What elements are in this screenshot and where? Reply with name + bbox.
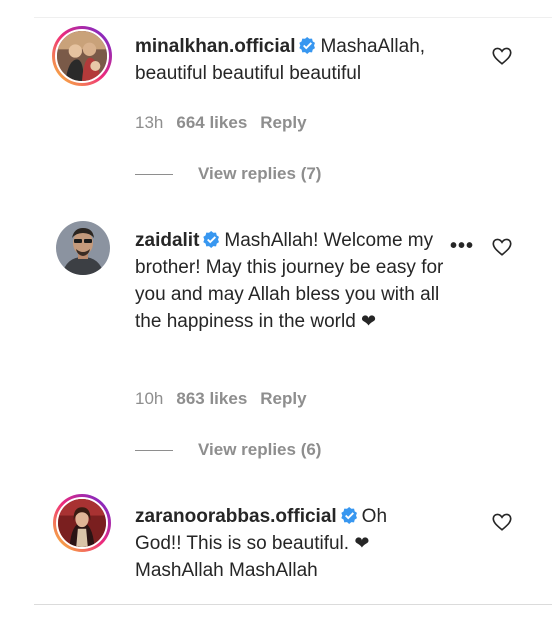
username[interactable]: minalkhan.official xyxy=(135,36,295,57)
more-options-icon[interactable]: ••• xyxy=(446,236,481,256)
view-replies-label: View replies (6) xyxy=(198,440,322,459)
comment-body: zaranoorabbas.official Oh God!! This is so… xyxy=(135,503,435,584)
black-heart-emoji: ❤ xyxy=(361,311,377,331)
timestamp[interactable]: 10h xyxy=(135,389,163,409)
likes-count[interactable]: 664 likes xyxy=(176,113,247,133)
bottom-divider xyxy=(34,604,552,605)
reply-button[interactable]: Reply xyxy=(260,113,306,133)
reply-button[interactable]: Reply xyxy=(260,389,306,409)
username[interactable]: zaranoorabbas.official xyxy=(135,506,337,527)
view-replies-button[interactable]: View replies (7) xyxy=(135,164,321,184)
heart-outline-icon[interactable] xyxy=(491,511,513,533)
avatar-image xyxy=(57,31,107,81)
verified-badge-icon xyxy=(299,37,316,54)
comment-body: minalkhan.official MashaAllah, beautiful … xyxy=(135,33,455,87)
likes-count[interactable]: 863 likes xyxy=(176,389,247,409)
comment-text-line2: God!! This is so beautiful. xyxy=(135,533,350,554)
avatar-image xyxy=(56,221,110,275)
view-replies-line xyxy=(135,449,173,451)
avatar[interactable] xyxy=(56,221,110,275)
avatar[interactable] xyxy=(53,494,111,552)
heart-outline-icon[interactable] xyxy=(491,236,513,258)
verified-badge-icon xyxy=(340,507,357,524)
comment-body: zaidalit MashAllah! Welcome my brother! M… xyxy=(135,227,453,335)
top-divider xyxy=(34,17,552,18)
verified-badge-icon xyxy=(203,231,220,248)
timestamp[interactable]: 13h xyxy=(135,113,163,133)
comment-text-line3: MashAllah MashAllah xyxy=(135,560,318,581)
view-replies-button[interactable]: View replies (6) xyxy=(135,440,321,460)
comment-meta: 13h 664 likes Reply xyxy=(135,113,307,133)
heart-outline-icon[interactable] xyxy=(491,45,513,67)
avatar[interactable] xyxy=(52,26,112,86)
view-replies-line xyxy=(135,173,173,175)
comment-text-line1: Oh xyxy=(361,506,388,527)
username[interactable]: zaidalit xyxy=(135,230,199,251)
comment-meta: 10h 863 likes Reply xyxy=(135,389,307,409)
avatar-image xyxy=(58,499,106,547)
view-replies-label: View replies (7) xyxy=(198,164,322,183)
black-heart-emoji: ❤ xyxy=(354,533,370,553)
